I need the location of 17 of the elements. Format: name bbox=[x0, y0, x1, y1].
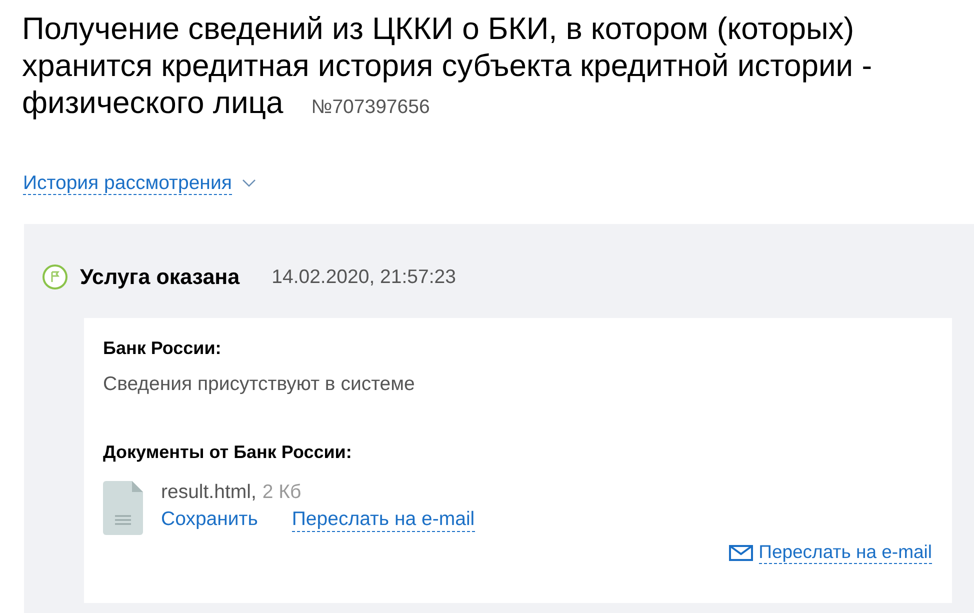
page-title-line: хранится кредитная история субъекта кредитной истории - bbox=[22, 47, 872, 84]
file-name: result.html, 2 Кб bbox=[161, 481, 302, 504]
forward-email-link[interactable]: Переслать на e-mail bbox=[292, 508, 475, 532]
status-label: Услуга оказана bbox=[80, 264, 240, 290]
status-datetime: 14.02.2020, 21:57:23 bbox=[272, 266, 456, 288]
flag-icon bbox=[42, 264, 68, 290]
save-link[interactable]: Сохранить bbox=[161, 508, 258, 532]
result-message: Сведения присутствуют в системе bbox=[103, 373, 416, 396]
document-icon bbox=[103, 481, 143, 535]
sender-label: Банк России: bbox=[103, 338, 222, 359]
history-link[interactable]: История рассмотрения bbox=[23, 172, 232, 194]
forward-email-link[interactable]: Переслать на e-mail bbox=[758, 541, 932, 564]
order-number: №707397656 bbox=[311, 95, 430, 120]
page-title-line: Получение сведений из ЦККИ о БКИ, в котором (которых) bbox=[22, 10, 854, 47]
envelope-icon bbox=[728, 544, 753, 560]
documents-label: Документы от Банк России: bbox=[103, 442, 353, 463]
page-title-line: физического лица bbox=[22, 84, 284, 121]
